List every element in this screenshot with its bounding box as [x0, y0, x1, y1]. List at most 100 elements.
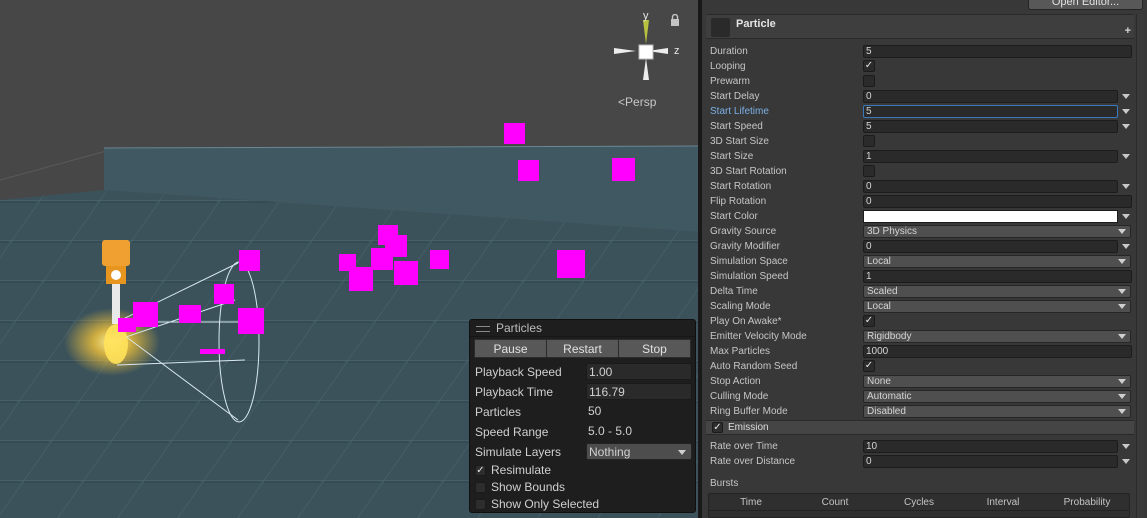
looping-checkbox[interactable]: ✓	[863, 60, 875, 72]
bursts-column-time[interactable]: Time	[709, 494, 793, 510]
stop-action-value: None	[867, 376, 891, 387]
gravity-modifier-mode-chevron-icon[interactable]	[1122, 244, 1130, 249]
particles-count-value: 50	[588, 404, 602, 418]
stop-button[interactable]: Stop	[619, 339, 691, 358]
3d-start-size-label: 3D Start Size	[710, 136, 769, 147]
start-lifetime-mode-chevron-icon[interactable]	[1122, 109, 1130, 114]
scaling-mode-row: Scaling Mode Local	[710, 299, 1135, 314]
particles-overlay-title[interactable]: Particles	[470, 320, 695, 337]
start-color-mode-chevron-icon[interactable]	[1122, 214, 1130, 219]
prewarm-label: Prewarm	[710, 76, 751, 87]
max-particles-field[interactable]: 1000	[863, 345, 1132, 358]
duration-field[interactable]: 5	[863, 45, 1132, 58]
add-icon[interactable]: +	[1125, 25, 1131, 37]
bursts-column-cycles[interactable]: Cycles	[877, 494, 961, 510]
bursts-column-probability[interactable]: Probability	[1045, 494, 1129, 510]
speed-range-value: 5.0 - 5.0	[588, 424, 633, 438]
start-size-mode-chevron-icon[interactable]	[1122, 154, 1130, 159]
rate-over-distance-row: Rate over Distance 0	[710, 454, 1135, 469]
emitter-velocity-mode-dropdown[interactable]: Rigidbody	[863, 330, 1131, 343]
flip-rotation-field[interactable]: 0	[863, 195, 1132, 208]
particle-module-header[interactable]: Particle +	[706, 14, 1134, 39]
start-delay-label: Start Delay	[710, 91, 760, 102]
show-only-selected-label: Show Only Selected	[491, 497, 600, 511]
start-color-label: Start Color	[710, 211, 758, 222]
start-rotation-field[interactable]: 0	[863, 180, 1118, 193]
emission-module-header[interactable]: ✓ Emission	[706, 420, 1134, 435]
resimulate-checkbox[interactable]: ✓	[475, 465, 486, 476]
pause-button[interactable]: Pause	[474, 339, 547, 358]
projection-toggle[interactable]: <Persp	[618, 95, 656, 109]
rate-over-distance-mode-chevron-icon[interactable]	[1122, 459, 1130, 464]
bursts-column-interval[interactable]: Interval	[961, 494, 1045, 510]
prewarm-checkbox[interactable]	[863, 75, 875, 87]
orientation-gizmo[interactable]: y z	[606, 8, 686, 88]
start-lifetime-field[interactable]: 5	[863, 105, 1118, 118]
particles-count-label: Particles	[475, 405, 522, 419]
particles-title-text: Particles	[496, 321, 543, 335]
start-delay-mode-chevron-icon[interactable]	[1122, 94, 1130, 99]
start-color-row: Start Color	[710, 209, 1135, 224]
play-on-awake-label: Play On Awake*	[710, 316, 782, 327]
scene-view[interactable]: y z <Persp Particles Pause Restart Stop …	[0, 0, 700, 518]
particles-overlay-panel[interactable]: Particles Pause Restart Stop Playback Sp…	[469, 319, 696, 513]
simulation-speed-row: Simulation Speed 1	[710, 269, 1135, 284]
chevron-down-icon	[1118, 304, 1126, 309]
resimulate-toggle[interactable]: ✓ Resimulate	[470, 462, 695, 479]
stop-action-dropdown[interactable]: None	[863, 375, 1131, 388]
playback-time-field[interactable]: 116.79	[586, 383, 692, 400]
gravity-modifier-field[interactable]: 0	[863, 240, 1118, 253]
emission-enabled-checkbox[interactable]: ✓	[712, 422, 723, 433]
simulation-space-value: Local	[867, 256, 891, 267]
gravity-source-value: 3D Physics	[867, 226, 918, 237]
chevron-down-icon	[1118, 259, 1126, 264]
rate-over-time-field[interactable]: 10	[863, 440, 1118, 453]
start-rotation-mode-chevron-icon[interactable]	[1122, 184, 1130, 189]
inspector-scrollbar[interactable]	[1136, 14, 1144, 518]
play-on-awake-checkbox[interactable]: ✓	[863, 315, 875, 327]
restart-button[interactable]: Restart	[547, 339, 619, 358]
scaling-mode-dropdown[interactable]: Local	[863, 300, 1131, 313]
duration-label: Duration	[710, 46, 748, 57]
rate-over-time-mode-chevron-icon[interactable]	[1122, 444, 1130, 449]
simulate-layers-dropdown[interactable]: Nothing	[586, 443, 692, 460]
gravity-source-label: Gravity Source	[710, 226, 777, 237]
max-particles-label: Max Particles	[710, 346, 771, 357]
culling-mode-value: Automatic	[867, 391, 912, 402]
start-size-field[interactable]: 1	[863, 150, 1118, 163]
delta-time-dropdown[interactable]: Scaled	[863, 285, 1131, 298]
simulation-speed-field[interactable]: 1	[863, 270, 1132, 283]
bursts-table[interactable]: Time Count Cycles Interval Probability	[708, 493, 1130, 518]
show-only-selected-toggle[interactable]: Show Only Selected	[470, 496, 695, 513]
ring-buffer-mode-label: Ring Buffer Mode	[710, 406, 788, 417]
start-lifetime-label: Start Lifetime	[710, 106, 769, 117]
drag-handle-icon[interactable]	[476, 326, 490, 332]
start-speed-field[interactable]: 5	[863, 120, 1118, 133]
play-on-awake-row: Play On Awake* ✓	[710, 314, 1135, 329]
looping-row: Looping ✓	[710, 59, 1135, 74]
ring-buffer-mode-dropdown[interactable]: Disabled	[863, 405, 1131, 418]
3d-start-rotation-checkbox[interactable]	[863, 165, 875, 177]
playback-time-row: Playback Time 116.79	[470, 382, 695, 402]
culling-mode-dropdown[interactable]: Automatic	[863, 390, 1131, 403]
show-bounds-checkbox[interactable]	[475, 482, 486, 493]
start-delay-field[interactable]: 0	[863, 90, 1118, 103]
open-editor-button[interactable]: Open Editor...	[1028, 0, 1143, 10]
start-color-swatch[interactable]	[863, 210, 1118, 223]
gravity-modifier-row: Gravity Modifier 0	[710, 239, 1135, 254]
gravity-modifier-label: Gravity Modifier	[710, 241, 781, 252]
auto-random-seed-checkbox[interactable]: ✓	[863, 360, 875, 372]
rate-over-distance-field[interactable]: 0	[863, 455, 1118, 468]
start-speed-mode-chevron-icon[interactable]	[1122, 124, 1130, 129]
show-only-selected-checkbox[interactable]	[475, 499, 486, 510]
playback-speed-field[interactable]: 1.00	[586, 363, 692, 380]
bursts-column-count[interactable]: Count	[793, 494, 877, 510]
start-delay-row: Start Delay 0	[710, 89, 1135, 104]
speed-range-label: Speed Range	[475, 425, 549, 439]
z-axis-label: z	[674, 45, 680, 57]
simulate-layers-row: Simulate Layers Nothing	[470, 442, 695, 462]
simulation-space-dropdown[interactable]: Local	[863, 255, 1131, 268]
3d-start-size-checkbox[interactable]	[863, 135, 875, 147]
show-bounds-toggle[interactable]: Show Bounds	[470, 479, 695, 496]
gravity-source-dropdown[interactable]: 3D Physics	[863, 225, 1131, 238]
